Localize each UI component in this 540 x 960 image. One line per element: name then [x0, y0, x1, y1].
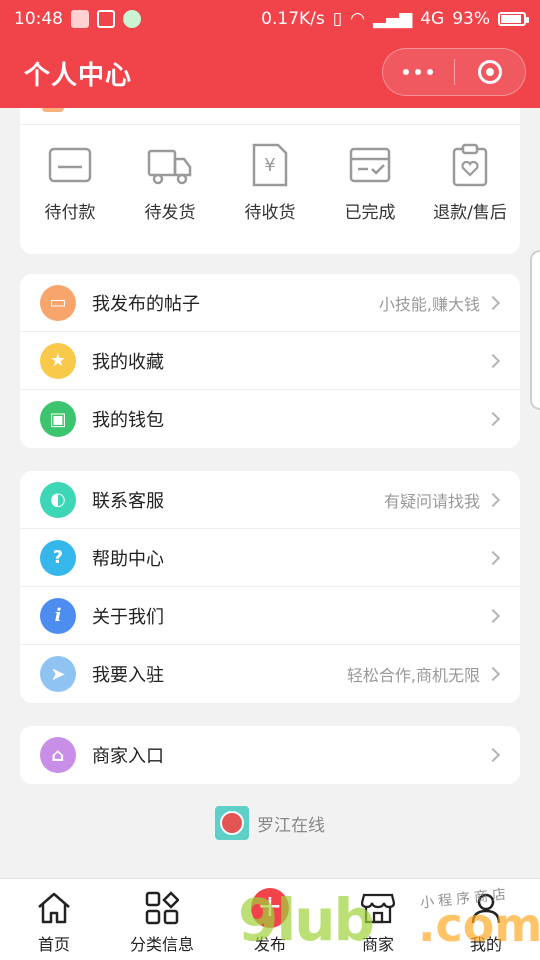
- store-icon: [359, 889, 397, 927]
- scan-icon: [97, 10, 115, 28]
- menu-item-label: 联系客服: [92, 490, 164, 512]
- menu-item-hint: 小技能,赚大钱: [378, 294, 480, 314]
- order-label: 已完成: [344, 203, 396, 223]
- lock-icon: [71, 10, 89, 28]
- battery-icon: [498, 12, 529, 26]
- menu-item-customer-service[interactable]: ◐ 联系客服 有疑问请找我: [20, 471, 520, 529]
- miniprogram-capsule: [382, 48, 526, 96]
- tab-categories[interactable]: 分类信息: [108, 879, 216, 960]
- truck-icon: [147, 142, 193, 188]
- order-pending-shipment[interactable]: 待发货: [122, 142, 218, 223]
- tab-publish[interactable]: + 发布: [216, 879, 324, 960]
- order-label: 待付款: [44, 203, 96, 223]
- card-icon: ▭: [40, 284, 76, 321]
- menu-item-merchant-entry[interactable]: ⌂ 商家入口: [20, 726, 520, 784]
- info-icon: i: [40, 597, 76, 634]
- orders-card: 待付款 待发货 ¥ 待收货 已完成 退款/售后: [20, 108, 520, 254]
- store-icon: ⌂: [40, 737, 76, 773]
- chevron-right-icon: [485, 666, 501, 682]
- menu-item-label: 关于我们: [92, 606, 164, 628]
- plus-icon: +: [251, 888, 289, 928]
- more-dots-icon: [403, 69, 410, 75]
- order-label: 待发货: [144, 203, 196, 223]
- chevron-right-icon: [485, 550, 501, 565]
- yuan-receipt-icon: ¥: [247, 142, 293, 188]
- status-bar: 10:48 0.17K/s ▯ ◠ ▂▄▆ 4G 93%: [0, 0, 540, 38]
- home-icon: [35, 889, 73, 927]
- svg-text:¥: ¥: [264, 155, 275, 176]
- paper-plane-icon: ➤: [40, 656, 76, 692]
- menu-item-label: 我的钱包: [92, 410, 164, 431]
- menu-item-hint: 有疑问请找我: [383, 491, 480, 511]
- order-pending-receipt[interactable]: ¥ 待收货: [222, 142, 318, 223]
- menu-item-label: 我的收藏: [92, 351, 164, 373]
- network-type: 4G: [420, 9, 445, 29]
- wifi-icon: ◠: [350, 9, 365, 29]
- battery-level: 93%: [452, 9, 490, 29]
- tab-mine[interactable]: 我的: [432, 879, 540, 960]
- more-button[interactable]: [383, 49, 454, 95]
- menu-item-join[interactable]: ➤ 我要入驻 轻松合作,商机无限: [20, 645, 520, 703]
- menu-item-label: 商家入口: [92, 746, 164, 767]
- target-icon: [477, 60, 502, 84]
- tab-label: 首页: [37, 935, 70, 954]
- brand-footer: 罗江在线: [0, 806, 540, 840]
- menu-item-wallet[interactable]: ▣ 我的钱包: [20, 390, 520, 448]
- menu-item-label: 我发布的帖子: [92, 293, 200, 315]
- brand-logo: [215, 806, 249, 840]
- menu-item-about-us[interactable]: i 关于我们: [20, 587, 520, 645]
- top-bar: 10:48 0.17K/s ▯ ◠ ▂▄▆ 4G 93% 个人中心: [0, 0, 540, 108]
- order-refund-aftersale[interactable]: 退款/售后: [422, 142, 518, 223]
- signal-icon: ▂▄▆: [372, 9, 413, 29]
- menu-item-label: 我要入驻: [92, 665, 164, 686]
- chevron-right-icon: [485, 608, 501, 623]
- menu-item-my-posts[interactable]: ▭ 我发布的帖子 小技能,赚大钱: [20, 274, 520, 332]
- wallet-icon: ▣: [40, 401, 76, 437]
- order-completed[interactable]: 已完成: [322, 142, 418, 223]
- clock: 10:48: [14, 9, 63, 29]
- wallet-icon: [47, 142, 93, 188]
- menu-item-hint: 轻松合作,商机无限: [346, 666, 480, 685]
- tab-merchants[interactable]: 商家: [324, 879, 432, 960]
- grid-icon: [143, 889, 181, 927]
- order-pending-payment[interactable]: 待付款: [22, 142, 118, 223]
- page-title: 个人中心: [24, 60, 133, 91]
- tab-label: 发布: [253, 935, 286, 954]
- star-icon: ★: [40, 342, 76, 379]
- inbox-check-icon: [347, 142, 393, 188]
- menu-group-support: ◐ 联系客服 有疑问请找我 ? 帮助中心 i 关于我们 ➤ 我要入驻 轻松合作,…: [20, 471, 520, 703]
- menu-group-merchant: ⌂ 商家入口: [20, 726, 520, 784]
- question-icon: ?: [40, 539, 76, 576]
- chevron-right-icon: [485, 295, 501, 310]
- tab-label: 商家: [361, 935, 394, 954]
- wechat-notification-icon: [123, 10, 141, 28]
- chevron-right-icon: [485, 411, 501, 427]
- menu-item-favorites[interactable]: ★ 我的收藏: [20, 332, 520, 390]
- order-label: 退款/售后: [433, 203, 507, 223]
- headset-icon: ◐: [40, 481, 76, 518]
- tab-bar: 首页 分类信息 + 发布 商家 我的: [0, 878, 540, 960]
- user-icon: [467, 889, 505, 927]
- menu-group-posts: ▭ 我发布的帖子 小技能,赚大钱 ★ 我的收藏 ▣ 我的钱包: [20, 274, 520, 448]
- network-speed: 0.17K/s: [261, 9, 325, 29]
- tab-label: 分类信息: [129, 935, 194, 954]
- chevron-right-icon: [485, 747, 501, 763]
- side-scroll-handle[interactable]: [530, 250, 540, 410]
- close-miniprogram-button[interactable]: [455, 49, 526, 95]
- tab-label: 我的: [469, 935, 502, 954]
- tab-home[interactable]: 首页: [0, 879, 108, 960]
- menu-item-help-center[interactable]: ? 帮助中心: [20, 529, 520, 587]
- menu-item-label: 帮助中心: [92, 548, 164, 570]
- order-label: 待收货: [244, 203, 296, 223]
- chevron-right-icon: [485, 353, 501, 368]
- vibrate-icon: ▯: [332, 9, 343, 29]
- brand-name: 罗江在线: [257, 815, 325, 836]
- chevron-right-icon: [485, 492, 501, 507]
- clipboard-heart-icon: [447, 142, 493, 188]
